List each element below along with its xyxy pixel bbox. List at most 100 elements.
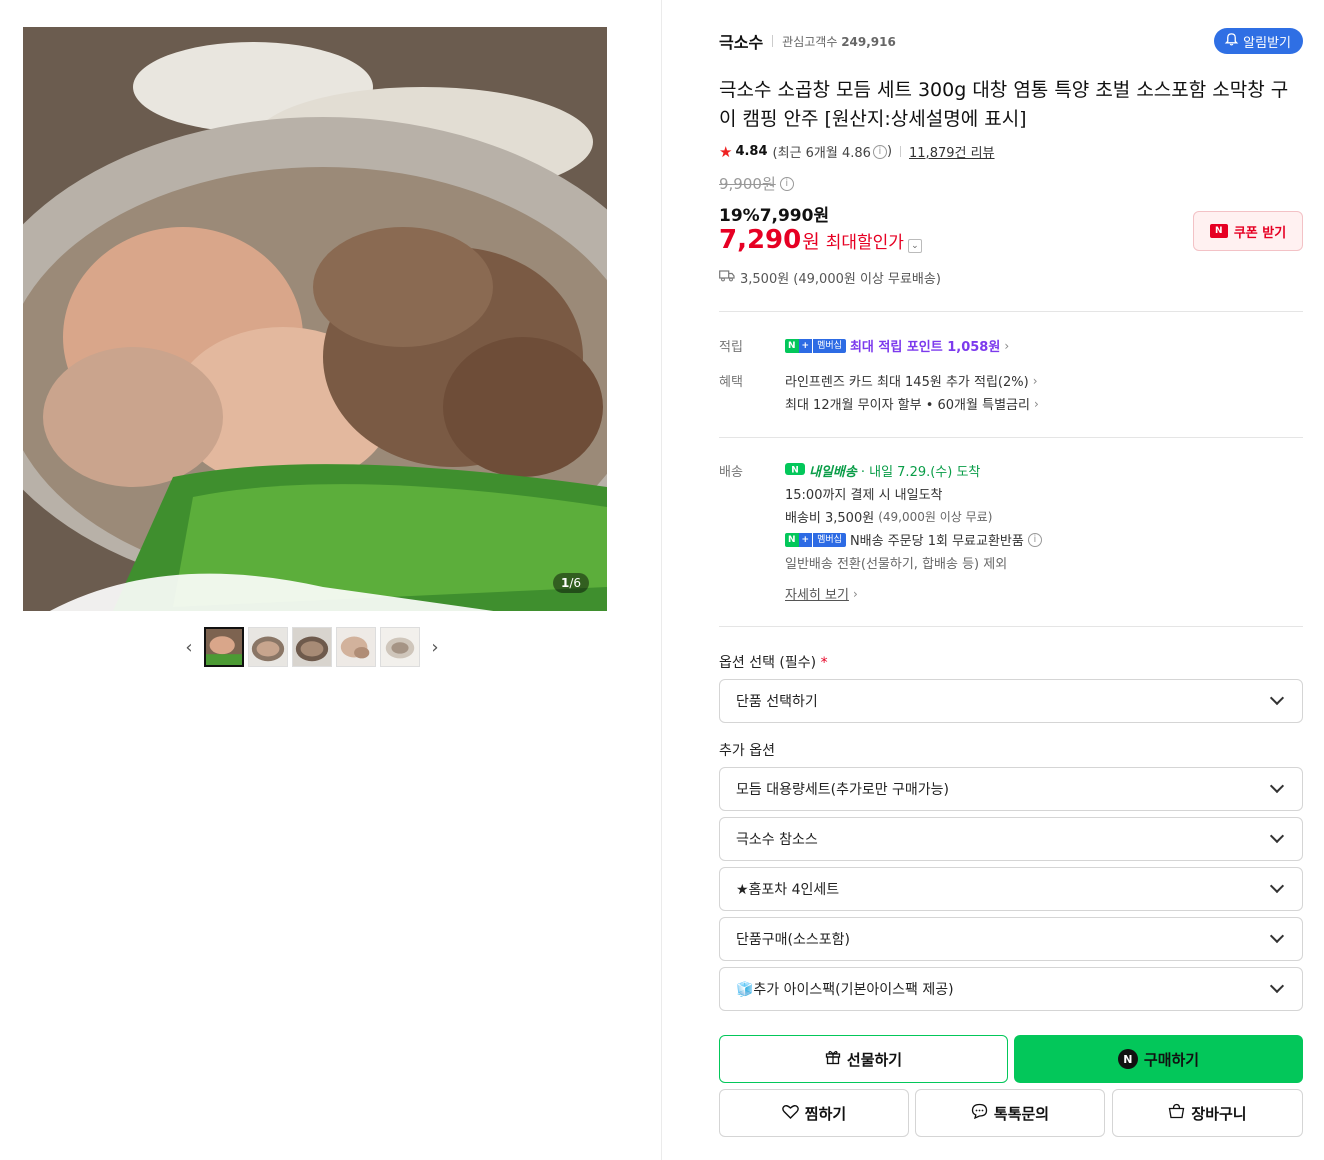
chevron-down-icon (1269, 928, 1285, 944)
thumbnail-2[interactable] (248, 627, 288, 667)
bell-plus-icon (1224, 32, 1239, 51)
delivery-line1: 15:00까지 결제 시 내일도착 (785, 488, 943, 503)
extra-option-select[interactable]: 극소수 참소스 (719, 817, 1303, 861)
chevron-down-icon (1269, 828, 1285, 844)
naver-n-icon: N (1117, 1049, 1138, 1069)
original-price: 9,900원 i (719, 173, 794, 194)
rating-close: ) (886, 144, 893, 159)
rating-recent: (최근 6개월 4.86 (772, 146, 871, 161)
delivery-label: 배송 (719, 465, 743, 480)
delivery-line4: 일반배송 전환(선물하기, 합배송 등) 제외 (785, 557, 1008, 572)
arrival-date: · 내일 7.29.(수) 도착 (860, 465, 981, 480)
chevron-down-icon (1269, 878, 1285, 894)
max-price-value: 7,290 (719, 225, 802, 255)
required-option-select[interactable]: 단품 선택하기 (719, 679, 1303, 723)
heart-icon (781, 1104, 799, 1123)
image-counter: 1/6 (552, 573, 589, 593)
delivery-detail-link[interactable]: 자세히 보기 › (785, 584, 858, 604)
max-price-unit: 원 (802, 231, 820, 253)
max-price-label: 최대할인가 (825, 233, 904, 253)
store-name[interactable]: 극소수 (719, 29, 763, 53)
talk-button[interactable]: 톡톡문의 (915, 1089, 1105, 1137)
rating-row: ★ 4.84 (최근 6개월 4.86 i ) 11,879건 리뷰 (719, 142, 995, 162)
thumbnail-5[interactable] (380, 627, 420, 667)
delivery-line3: N + 멤버십 N배송 주문당 1회 무료교환반품 i (785, 530, 1042, 549)
info-icon[interactable]: i (872, 144, 887, 159)
shipping-text: 3,500원 (49,000원 이상 무료배송) (740, 272, 941, 287)
naver-n-icon: N (1209, 224, 1228, 238)
extra-option-select[interactable]: 단품구매(소스포함) (719, 917, 1303, 961)
info-icon[interactable]: i (779, 176, 794, 191)
wish-label: 찜하기 (804, 1104, 847, 1123)
points-label: 적립 (719, 340, 743, 355)
benefit-label: 혜택 (719, 375, 743, 390)
required-option-label: 옵션 선택 (필수) * (719, 655, 828, 671)
next-day-tag: 내일배송 (809, 465, 857, 480)
divider (719, 626, 1303, 627)
points-row[interactable]: N + 멤버십 최대 적립 포인트 1,058원 › (785, 336, 1009, 355)
cart-label: 장바구니 (1191, 1104, 1247, 1123)
gift-label: 선물하기 (846, 1050, 903, 1069)
max-discount-price[interactable]: 7,290 원 최대할인가 ⌄ (719, 225, 922, 255)
divider (772, 35, 774, 47)
extra-option-select[interactable]: 🧊추가 아이스팩(기본아이스팩 제공) (719, 967, 1303, 1011)
chevron-right-icon: › (1033, 396, 1039, 411)
notify-label: 알림받기 (1243, 35, 1291, 51)
thumbnail-strip: ‹ › (178, 627, 446, 667)
benefit-card-row[interactable]: 라인프렌즈 카드 최대 145원 추가 적립(2%) › (785, 371, 1038, 391)
talk-label: 톡톡문의 (993, 1104, 1050, 1123)
chevron-down-icon (1269, 978, 1285, 994)
benefit-installment-row[interactable]: 최대 12개월 무이자 할부 • 60개월 특별금리 › (785, 394, 1039, 414)
extra-option-select[interactable]: 모듬 대용량세트(추가로만 구매가능) (719, 767, 1303, 811)
chevron-right-icon: › (1032, 373, 1038, 388)
truck-icon (719, 269, 735, 286)
coupon-label: 쿠폰 받기 (1233, 225, 1287, 241)
delivery-line2: 배송비 3,500원 (49,000원 이상 무료) (785, 510, 993, 526)
shopping-bag-icon (1168, 1103, 1185, 1123)
gift-icon (825, 1049, 841, 1069)
chevron-left-icon[interactable]: ‹ (178, 627, 200, 667)
extra-option-label: 추가 옵션 (719, 743, 775, 759)
cart-button[interactable]: 장바구니 (1112, 1089, 1303, 1137)
shipping-fee: 3,500원 (49,000원 이상 무료배송) (719, 268, 941, 287)
benefit-installment-text: 최대 12개월 무이자 할부 • 60개월 특별금리 (785, 398, 1030, 413)
chevron-down-icon (1269, 690, 1285, 706)
gift-button[interactable]: 선물하기 (719, 1035, 1008, 1083)
info-icon[interactable]: i (1027, 532, 1042, 547)
npay-membership-badge: N + 멤버십 (785, 532, 846, 547)
grilled-tripe-photo (23, 27, 607, 611)
points-text: 최대 적립 포인트 1,058원 (849, 340, 1001, 355)
chevron-right-icon: › (1004, 338, 1010, 353)
store-row: 극소수 관심고객수 249,916 알림받기 (719, 28, 1303, 54)
thumbnail-4[interactable] (336, 627, 376, 667)
chevron-right-icon[interactable]: › (424, 627, 446, 667)
divider (719, 311, 1303, 312)
benefit-card-text: 라인프렌즈 카드 최대 145원 추가 적립(2%) (785, 375, 1029, 390)
svg-text:N: N (791, 465, 799, 475)
thumbnail-3[interactable] (292, 627, 332, 667)
extra-option-select[interactable]: ★홈포차 4인세트 (719, 867, 1303, 911)
product-title: 극소수 소곱창 모듬 세트 300g 대창 염통 특양 초벌 소스포함 소막창 … (719, 79, 1289, 130)
buy-button[interactable]: N 구매하기 (1014, 1035, 1303, 1083)
npay-membership-badge: N + 멤버십 (785, 338, 846, 353)
chevron-down-icon (1269, 778, 1285, 794)
review-count-link[interactable]: 11,879건 리뷰 (909, 142, 995, 161)
truck-icon: N (785, 462, 805, 480)
main-product-image[interactable]: 1/6 (23, 27, 607, 611)
thumbnail-1[interactable] (204, 627, 244, 667)
star-icon: ★ (719, 142, 733, 161)
chevron-right-icon: › (852, 586, 858, 601)
chevron-down-icon[interactable]: ⌄ (907, 239, 922, 253)
original-price-value: 9,900원 (719, 175, 776, 193)
buy-label: 구매하기 (1143, 1050, 1200, 1069)
divider (719, 437, 1303, 438)
interest-customers: 관심고객수 249,916 (782, 34, 896, 49)
product-gallery: 1/6 ‹ › (0, 0, 662, 1160)
coupon-button[interactable]: N 쿠폰 받기 (1193, 211, 1303, 251)
rating-value: 4.84 (735, 144, 768, 159)
wish-button[interactable]: 찜하기 (719, 1089, 909, 1137)
chat-icon (971, 1103, 988, 1123)
notify-button[interactable]: 알림받기 (1214, 28, 1303, 54)
delivery-tag-row: N 내일배송 · 내일 7.29.(수) 도착 (785, 461, 980, 480)
sale-price: 19%7,990원 (719, 206, 830, 226)
